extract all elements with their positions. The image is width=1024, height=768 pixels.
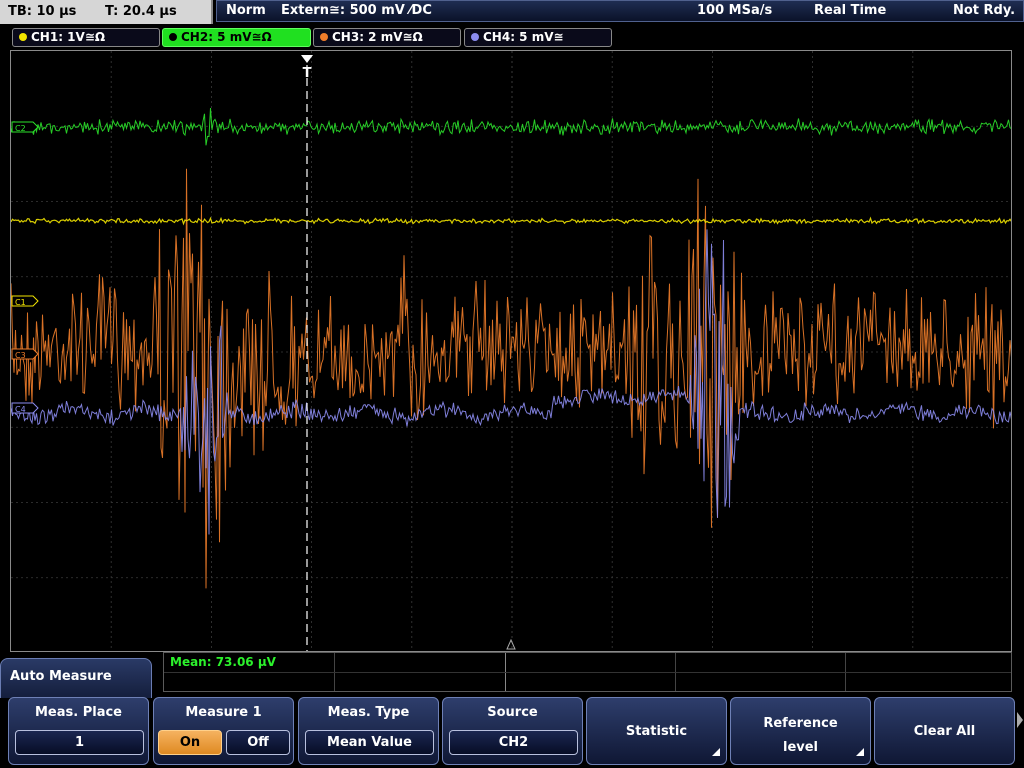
sample-rate: 100 MSa/s [697,3,773,18]
ch2-offset-marker[interactable]: C2 [11,121,39,133]
channel-tab-ch2[interactable]: CH2: 5 mV≅Ω [162,28,311,47]
channel-tab-ch1[interactable]: CH1: 1V≅Ω [12,28,160,47]
reference-level-softkey[interactable]: Reference level [730,697,871,765]
measure1-on-button[interactable]: On [158,730,222,755]
source-title: Source [487,705,538,720]
meas-place-value[interactable]: 1 [15,730,144,755]
submenu-corner-icon [712,748,720,756]
ch4-offset-marker[interactable]: C4 [11,402,39,414]
ch2-label: CH2: 5 mV≅Ω [181,30,272,44]
meas-divider [164,672,1011,673]
menu-title-auto-measure: Auto Measure [0,658,152,698]
ch2-dot-icon [169,33,177,41]
trigger-marker-label: T [303,66,312,81]
meas-type-title: Meas. Type [327,705,410,720]
status-bar: TB: 10 µs T: 20.4 µs Norm Extern≅: 500 m… [0,0,1024,24]
ch3-marker-label: C3 [15,351,26,360]
statistic-softkey[interactable]: Statistic [586,697,727,765]
reference-level-label: Reference level [731,712,870,760]
acquisition-state: Not Rdy. [953,3,1016,18]
clear-all-softkey[interactable]: Clear All [874,697,1015,765]
statistic-label: Statistic [625,724,688,739]
acquisition-mode: Real Time [814,3,887,18]
menu-more-arrow-icon[interactable] [1017,712,1023,728]
measurement-results-row: Mean: 73.06 µV [163,652,1012,692]
trigger-info-box[interactable]: Norm Extern≅: 500 mV ⁄DC 100 MSa/s Real … [216,0,1024,22]
measure1-softkey[interactable]: Measure 1 On Off [153,697,294,765]
timebase-box[interactable]: TB: 10 µs T: 20.4 µs [0,0,213,24]
source-value[interactable]: CH2 [449,730,578,755]
submenu-corner-icon [856,748,864,756]
ch3-offset-marker[interactable]: C3 [11,348,39,360]
meas-type-softkey[interactable]: Meas. Type Mean Value [298,697,439,765]
waveform-display[interactable]: T C2 C1 C3 C4 [10,50,1012,652]
channel-tab-ch4[interactable]: CH4: 5 mV≅ [464,28,612,47]
ch1-label: CH1: 1V≅Ω [31,30,106,44]
trigger-source: Extern≅: 500 mV ⁄DC [281,3,432,18]
reference-level-line2: level [782,740,819,755]
source-softkey[interactable]: Source CH2 [442,697,583,765]
trigger-position-value: T: 20.4 µs [104,4,177,19]
ch1-dot-icon [19,33,27,41]
clear-all-label: Clear All [913,724,976,739]
ch3-dot-icon [320,33,328,41]
ch2-marker-label: C2 [15,124,26,133]
ch4-label: CH4: 5 mV≅ [483,30,564,44]
ch1-offset-marker[interactable]: C1 [11,295,39,307]
meas-place-softkey[interactable]: Meas. Place 1 [8,697,149,765]
measurement-mean-value: Mean: 73.06 µV [170,655,276,669]
channel-tab-ch3[interactable]: CH3: 2 mV≅Ω [313,28,461,47]
waveform-svg: T C2 C1 C3 C4 [11,51,1011,651]
ch1-marker-label: C1 [15,298,26,307]
meas-type-value[interactable]: Mean Value [305,730,434,755]
meas-place-title: Meas. Place [34,705,122,720]
measure1-title: Measure 1 [185,705,262,720]
timebase-value: TB: 10 µs [8,4,77,19]
trigger-mode: Norm [226,3,266,18]
horizontal-center-marker-icon [506,638,516,650]
ch4-marker-label: C4 [15,405,26,414]
measure1-off-button[interactable]: Off [226,730,290,755]
ch3-label: CH3: 2 mV≅Ω [332,30,423,44]
ch4-dot-icon [471,33,479,41]
reference-level-line1: Reference [763,716,838,731]
